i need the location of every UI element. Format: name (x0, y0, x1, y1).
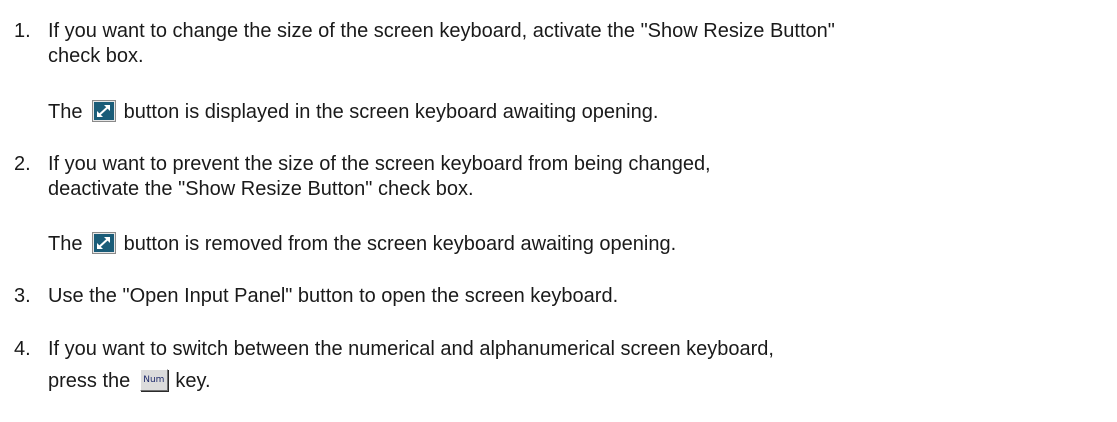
num-key-icon: Num (139, 369, 168, 391)
step-number: 2. (14, 153, 31, 175)
step-text-line: Use the "Open Input Panel" button to ope… (48, 285, 619, 307)
num-key-label: Num (143, 375, 165, 385)
step-text-line: If you want to prevent the size of the s… (48, 153, 711, 175)
step-text-line: deactivate the "Show Resize Button" chec… (48, 178, 474, 200)
step-text-after-key: key. (175, 370, 211, 392)
step-text-before-key: press the (48, 370, 131, 392)
step-result: The button is removed from the screen ke… (48, 231, 676, 258)
step-number: 1. (14, 20, 31, 42)
result-text-after: button is removed from the screen keyboa… (123, 233, 677, 255)
result-text-before: The (48, 233, 83, 255)
step-text-line: If you want to switch between the numeri… (48, 338, 774, 360)
step-text-line: If you want to change the size of the sc… (48, 20, 835, 42)
resize-icon (92, 232, 117, 254)
step-number: 3. (14, 285, 31, 307)
result-text-after: button is displayed in the screen keyboa… (123, 101, 659, 123)
resize-icon (92, 100, 117, 122)
step-number: 4. (14, 338, 31, 360)
result-text-before: The (48, 101, 83, 123)
step-text-line: check box. (48, 45, 144, 67)
step-text-line-with-key: press the Num key. (48, 368, 211, 395)
step-result: The button is displayed in the screen ke… (48, 99, 658, 126)
